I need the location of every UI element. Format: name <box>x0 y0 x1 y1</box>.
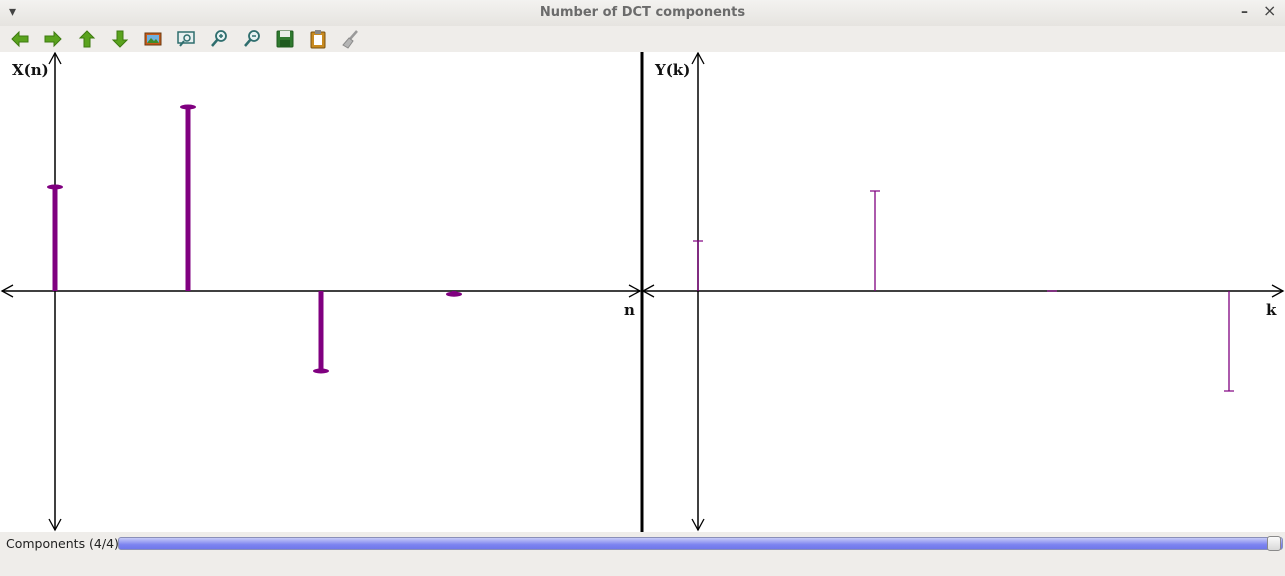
status-bar: Components (4/4) <box>0 532 1285 576</box>
stem-marker <box>313 368 329 374</box>
zoom-out-icon[interactable] <box>241 28 263 50</box>
back-icon[interactable] <box>9 28 31 50</box>
x-label-left: n <box>624 301 635 319</box>
minimize-button[interactable]: – <box>1241 4 1248 20</box>
close-button[interactable]: × <box>1263 3 1276 19</box>
clear-brush-icon[interactable] <box>340 28 362 50</box>
zoom-region-icon[interactable] <box>175 28 197 50</box>
stem-marker <box>180 104 196 110</box>
up-icon[interactable] <box>76 28 98 50</box>
down-icon[interactable] <box>109 28 131 50</box>
y-label-left: X(n) <box>12 61 49 79</box>
image-icon[interactable] <box>142 28 164 50</box>
zoom-in-icon[interactable] <box>208 28 230 50</box>
x-label-right: k <box>1266 301 1277 319</box>
components-slider[interactable] <box>118 537 1283 550</box>
y-label-right: Y(k) <box>654 61 690 79</box>
window-title: Number of DCT components <box>539 5 746 20</box>
components-label: Components (4/4) <box>6 536 119 551</box>
toolbar <box>0 26 1285 52</box>
plot-area: X(n) n Y(k) k <box>0 51 1285 532</box>
clipboard-icon[interactable] <box>307 28 329 50</box>
plots-svg: X(n) n Y(k) k <box>0 51 1285 532</box>
title-bar: ▾ Number of DCT components – × <box>0 0 1285 27</box>
components-slider-handle[interactable] <box>1267 536 1281 551</box>
stem-marker <box>446 291 462 297</box>
stem-marker <box>47 184 63 190</box>
forward-icon[interactable] <box>42 28 64 50</box>
save-icon[interactable] <box>274 28 296 50</box>
